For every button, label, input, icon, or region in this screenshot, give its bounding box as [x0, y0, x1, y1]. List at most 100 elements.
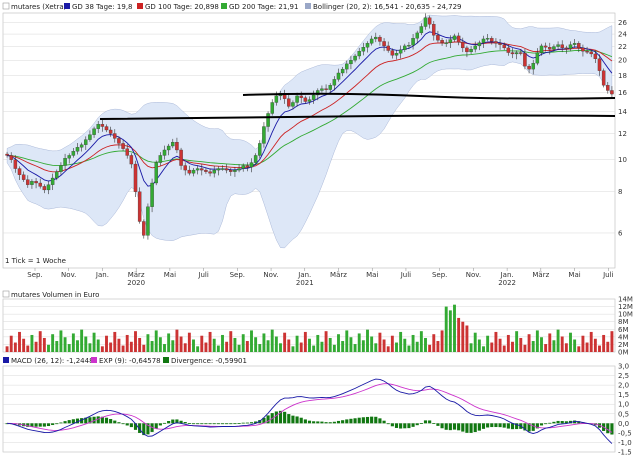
- candle-body: [320, 88, 324, 91]
- candle-body: [394, 53, 399, 56]
- volume-bar: [18, 331, 21, 352]
- volume-bar: [448, 310, 452, 352]
- candle-body: [572, 43, 577, 45]
- volume-bar: [196, 346, 200, 352]
- volume-bar: [250, 330, 253, 352]
- volume-bar: [498, 338, 502, 352]
- divergence-legend-swatch: [163, 357, 169, 363]
- divergence-bar: [245, 422, 249, 424]
- volume-bar: [515, 331, 519, 352]
- divergence-bar: [349, 418, 353, 424]
- divergence-bar: [332, 421, 336, 424]
- volume-bar: [490, 342, 494, 352]
- candle-body: [258, 143, 262, 156]
- month-label: Juli: [602, 271, 613, 279]
- year-label: 2020: [127, 279, 145, 287]
- candle-body: [150, 182, 154, 207]
- volume-bar: [187, 332, 191, 352]
- divergence-bar: [51, 423, 55, 426]
- volume-bar: [540, 337, 543, 352]
- candle-body: [419, 26, 424, 34]
- divergence-bar: [436, 423, 440, 426]
- volume-bar: [138, 337, 142, 352]
- candle-body: [171, 141, 175, 147]
- divergence-bar: [287, 414, 291, 424]
- year-label: 2022: [498, 279, 516, 287]
- month-label: März: [128, 271, 145, 279]
- divergence-bar: [539, 423, 544, 426]
- candle-body: [67, 155, 71, 159]
- candle-body: [30, 181, 34, 185]
- divergence-bar: [129, 423, 133, 428]
- volume-bar: [589, 331, 593, 352]
- candle-body: [369, 38, 374, 44]
- volume-bar: [291, 346, 295, 352]
- candle-body: [506, 47, 511, 53]
- macd-panel: -1,5 -1,0 -0,50,0 0,51,0 1,52,0 2,53,0: [2, 363, 632, 455]
- divergence-bar: [55, 423, 59, 425]
- price-y-tick-label: 10: [618, 156, 627, 164]
- divergence-bar: [415, 423, 419, 426]
- candle-body: [411, 38, 415, 46]
- candle-body: [266, 113, 270, 127]
- volume-bar: [212, 338, 216, 352]
- candle-body: [295, 95, 299, 103]
- volume-bar: [13, 342, 17, 352]
- candle-body: [328, 85, 332, 90]
- volume-bar: [353, 344, 357, 352]
- volume-bar: [436, 341, 440, 352]
- candle-body: [432, 24, 436, 36]
- divergence-bar: [544, 423, 548, 425]
- divergence-bar: [220, 423, 225, 425]
- candle-body: [26, 179, 30, 185]
- candle-body: [146, 206, 150, 236]
- candle-body: [427, 17, 432, 25]
- price-y-tick-label: 24: [618, 31, 627, 39]
- candle-body: [386, 45, 390, 51]
- divergence-bar: [316, 421, 320, 424]
- candle-body: [38, 182, 42, 187]
- candle-body: [92, 128, 96, 135]
- volume-bar: [241, 334, 245, 352]
- candle-body: [154, 162, 158, 184]
- price-y-tick-label: 26: [618, 19, 627, 27]
- candle-body: [166, 145, 171, 151]
- volume-bar: [59, 330, 63, 352]
- divergence-bar: [394, 423, 399, 428]
- divergence-bar: [481, 423, 486, 429]
- legend-swatch-mutares: [2, 2, 10, 10]
- month-label: Mai: [164, 271, 176, 279]
- volume-bar: [465, 325, 469, 352]
- volume-bar: [337, 334, 340, 352]
- volume-bar: [150, 341, 154, 352]
- volume-bar: [556, 329, 560, 352]
- volume-bar: [167, 333, 171, 352]
- candle-body: [606, 85, 610, 91]
- legend-label-gd200: GD 200 Tage: 21,91: [229, 3, 298, 11]
- volume-bar: [535, 330, 539, 352]
- candle-body: [398, 49, 403, 54]
- volume-bar: [237, 344, 241, 352]
- volume-bar: [502, 345, 506, 352]
- volume-bar: [208, 331, 212, 352]
- divergence-bar: [510, 423, 515, 430]
- divergence-bar: [42, 423, 46, 427]
- volume-y-tick-label: 14M: [618, 296, 633, 304]
- macd-y-tick-label: -1,5: [618, 449, 632, 455]
- divergence-bar: [432, 423, 436, 424]
- divergence-bar: [477, 423, 481, 431]
- volume-bar: [548, 333, 552, 352]
- volume-bar: [34, 341, 38, 352]
- divergence-bar: [307, 420, 312, 424]
- macd-y-tick-label: 3,0: [618, 363, 629, 371]
- candle-body: [440, 40, 444, 43]
- divergence-bar: [382, 420, 386, 424]
- volume-bar: [511, 341, 514, 352]
- legend-label-gd38: GD 38 Tage: 19,8: [72, 3, 133, 11]
- month-label: März: [330, 271, 347, 279]
- candle-body: [220, 168, 225, 170]
- candle-body: [498, 43, 502, 45]
- volume-bar: [494, 331, 498, 352]
- volume-bar: [80, 329, 84, 352]
- candle-body: [75, 147, 80, 152]
